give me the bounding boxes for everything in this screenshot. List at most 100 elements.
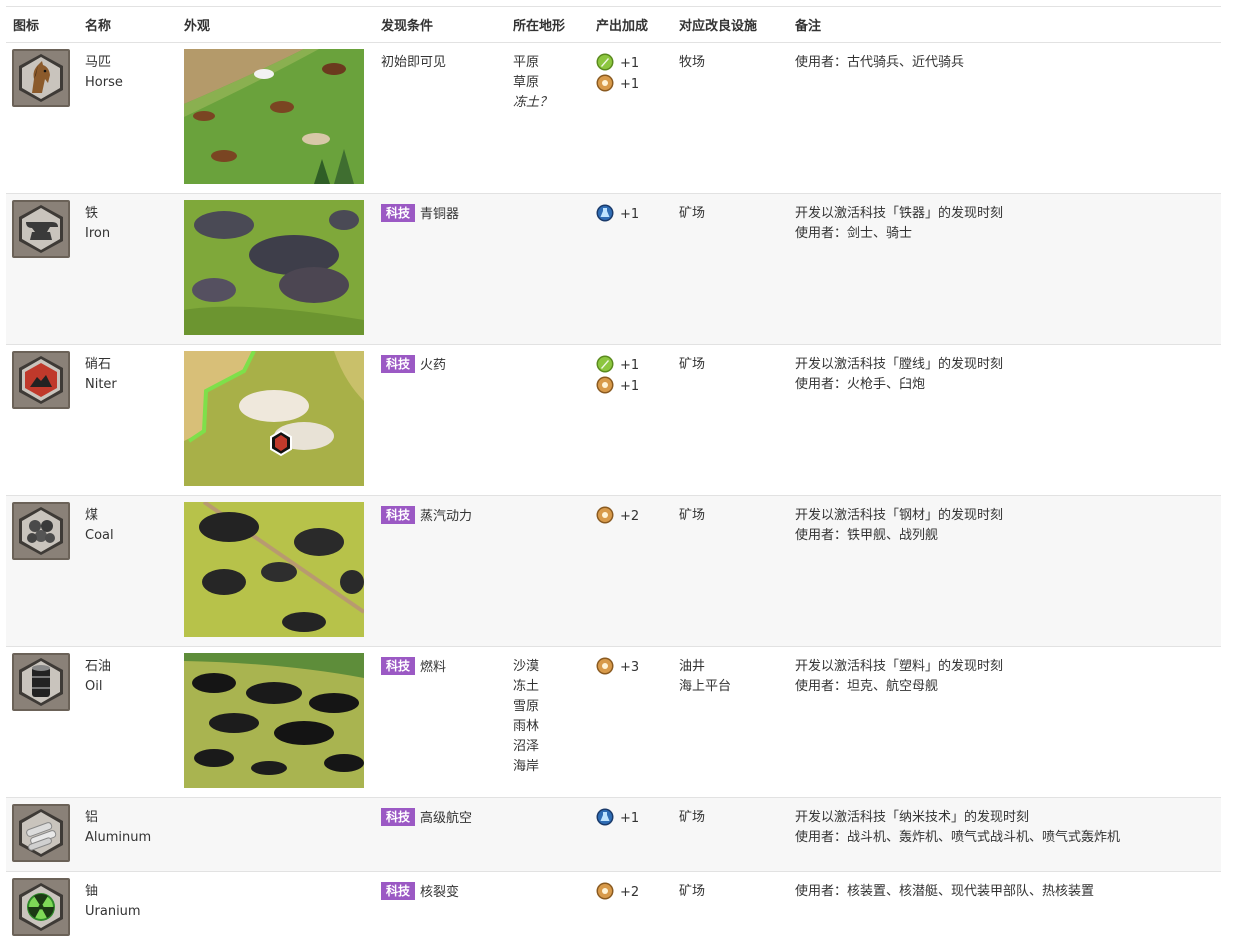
terrain-item: 沼泽 bbox=[513, 737, 589, 757]
resource-name-en: Niter bbox=[85, 375, 177, 395]
discovery-text: 蒸汽动力 bbox=[420, 509, 472, 524]
tech-tag: 科技 bbox=[381, 204, 415, 222]
terrain-item: 雨林 bbox=[513, 717, 589, 737]
note-line: 使用者：铁甲舰、战列舰 bbox=[795, 526, 1221, 546]
resource-name-cn: 马匹 bbox=[85, 53, 177, 73]
tech-tag: 科技 bbox=[381, 355, 415, 373]
table-header: 图标 名称 外观 发现条件 所在地形 产出加成 对应改良设施 备注 bbox=[6, 7, 1221, 43]
header-name: 名称 bbox=[78, 7, 177, 43]
note-line: 开发以激活科技「膛线」的发现时刻 bbox=[795, 355, 1221, 375]
yield-value: +2 bbox=[620, 885, 639, 900]
terrain-item: 冻土？ bbox=[513, 93, 589, 113]
resource-name-en: Coal bbox=[85, 526, 177, 546]
food-icon bbox=[596, 657, 614, 675]
table-row: 马匹Horse 初始即可见 平原草原冻土？ +1 +1 牧场 使用者：古代骑兵、近… bbox=[6, 43, 1221, 194]
resource-name-en: Iron bbox=[85, 224, 177, 244]
tech-tag: 科技 bbox=[381, 657, 415, 675]
table-row: 铁Iron 科技青铜器 +1 矿场 开发以激活科技「铁器」的发现时刻使用者：剑士… bbox=[6, 194, 1221, 345]
header-icon: 图标 bbox=[6, 7, 78, 43]
science-icon bbox=[596, 204, 614, 222]
production-icon bbox=[596, 53, 614, 71]
resource-table: 图标 名称 外观 发现条件 所在地形 产出加成 对应改良设施 备注 马匹Hors… bbox=[6, 6, 1221, 945]
improvement-item: 海上平台 bbox=[679, 677, 788, 697]
resource-name-en: Oil bbox=[85, 677, 177, 697]
terrain-item: 沙漠 bbox=[513, 657, 589, 677]
discovery-text: 核裂变 bbox=[420, 885, 459, 900]
yield-value: +1 bbox=[620, 811, 639, 826]
coal-icon bbox=[12, 502, 70, 560]
note-line: 开发以激活科技「纳米技术」的发现时刻 bbox=[795, 808, 1221, 828]
iron-deposits-image bbox=[184, 200, 364, 335]
resource-name-cn: 硝石 bbox=[85, 355, 177, 375]
terrain-item: 平原 bbox=[513, 53, 589, 73]
note-line: 使用者：战斗机、轰炸机、喷气式战斗机、喷气式轰炸机 bbox=[795, 828, 1221, 848]
improvement-item: 矿场 bbox=[679, 204, 788, 224]
terrain-item: 草原 bbox=[513, 73, 589, 93]
resource-name-en: Aluminum bbox=[85, 828, 177, 848]
uranium-icon bbox=[12, 878, 70, 936]
tech-tag: 科技 bbox=[381, 882, 415, 900]
table-row: 铀Uranium 科技核裂变 +2 矿场 使用者：核装置、核潜艇、现代装甲部队、… bbox=[6, 872, 1221, 945]
header-terrain: 所在地形 bbox=[506, 7, 589, 43]
anvil-icon bbox=[12, 200, 70, 258]
improvement-item: 矿场 bbox=[679, 882, 788, 902]
yield-value: +1 bbox=[620, 77, 639, 92]
header-improvement: 对应改良设施 bbox=[672, 7, 788, 43]
food-icon bbox=[596, 882, 614, 900]
improvement-item: 矿场 bbox=[679, 506, 788, 526]
resource-name-cn: 铁 bbox=[85, 204, 177, 224]
header-discovery: 发现条件 bbox=[374, 7, 506, 43]
science-icon bbox=[596, 808, 614, 826]
discovery-text: 初始即可见 bbox=[381, 55, 446, 70]
note-line: 使用者：火枪手、臼炮 bbox=[795, 375, 1221, 395]
niter-icon bbox=[12, 351, 70, 409]
note-line: 开发以激活科技「钢材」的发现时刻 bbox=[795, 506, 1221, 526]
resource-name-cn: 铝 bbox=[85, 808, 177, 828]
aluminum-icon bbox=[12, 804, 70, 862]
improvement-item: 矿场 bbox=[679, 808, 788, 828]
terrain-item: 雪原 bbox=[513, 697, 589, 717]
table-row: 石油Oil 科技燃料 沙漠冻土雪原雨林沼泽海岸 +3 油井海上平台 开发以激活科… bbox=[6, 647, 1221, 798]
note-line: 使用者：坦克、航空母舰 bbox=[795, 677, 1221, 697]
yield-value: +1 bbox=[620, 379, 639, 394]
table-row: 煤Coal 科技蒸汽动力 +2 矿场 开发以激活科技「钢材」的发现时刻使用者：铁… bbox=[6, 496, 1221, 647]
note-line: 开发以激活科技「塑料」的发现时刻 bbox=[795, 657, 1221, 677]
improvement-item: 牧场 bbox=[679, 53, 788, 73]
resource-name-cn: 煤 bbox=[85, 506, 177, 526]
food-icon bbox=[596, 74, 614, 92]
note-line: 使用者：剑士、骑士 bbox=[795, 224, 1221, 244]
yield-value: +3 bbox=[620, 660, 639, 675]
table-row: 硝石Niter 科技火药 +1 +1 矿场 开发以激活科技「膛线」的发现时刻使用者… bbox=[6, 345, 1221, 496]
yield-value: +1 bbox=[620, 207, 639, 222]
oil-deposits-image bbox=[184, 653, 364, 788]
resource-name-cn: 石油 bbox=[85, 657, 177, 677]
yield-value: +2 bbox=[620, 509, 639, 524]
resource-name-en: Uranium bbox=[85, 902, 177, 922]
note-line: 开发以激活科技「铁器」的发现时刻 bbox=[795, 204, 1221, 224]
resource-name-en: Horse bbox=[85, 73, 177, 93]
discovery-text: 火药 bbox=[420, 358, 446, 373]
oil-barrel-icon bbox=[12, 653, 70, 711]
header-notes: 备注 bbox=[788, 7, 1221, 43]
niter-deposits-image bbox=[184, 351, 364, 486]
improvement-item: 油井 bbox=[679, 657, 788, 677]
discovery-text: 高级航空 bbox=[420, 811, 472, 826]
tech-tag: 科技 bbox=[381, 808, 415, 826]
discovery-text: 燃料 bbox=[420, 660, 446, 675]
yield-value: +1 bbox=[620, 56, 639, 71]
horse-icon bbox=[12, 49, 70, 107]
header-yield: 产出加成 bbox=[589, 7, 672, 43]
terrain-item: 海岸 bbox=[513, 757, 589, 777]
improvement-item: 矿场 bbox=[679, 355, 788, 375]
note-line: 使用者：古代骑兵、近代骑兵 bbox=[795, 53, 1221, 73]
coal-deposits-image bbox=[184, 502, 364, 637]
terrain-item: 冻土 bbox=[513, 677, 589, 697]
table-row: 铝Aluminum 科技高级航空 +1 矿场 开发以激活科技「纳米技术」的发现时… bbox=[6, 798, 1221, 872]
header-appearance: 外观 bbox=[177, 7, 374, 43]
tech-tag: 科技 bbox=[381, 506, 415, 524]
discovery-text: 青铜器 bbox=[420, 207, 459, 222]
note-line: 使用者：核装置、核潜艇、现代装甲部队、热核装置 bbox=[795, 882, 1221, 902]
yield-value: +1 bbox=[620, 358, 639, 373]
food-icon bbox=[596, 506, 614, 524]
horses-on-grassland-image bbox=[184, 49, 364, 184]
